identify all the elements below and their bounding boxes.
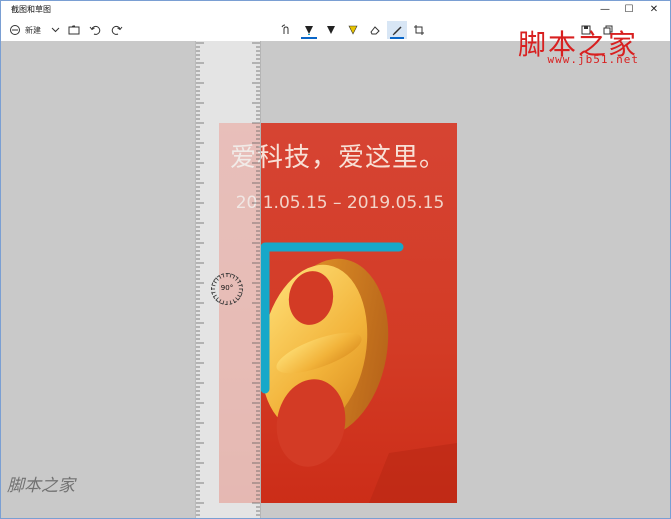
watermark-bottom: 脚本之家 xyxy=(7,476,75,496)
undo-button[interactable] xyxy=(87,21,103,39)
snip-sketch-window: 截图和草图 — ☐ ✕ 新建 爱科技，爱这里。 20 1.05.15 – 201… xyxy=(0,0,671,519)
angle-dial-tick xyxy=(232,274,236,279)
minimize-button[interactable]: — xyxy=(592,1,618,19)
ballpoint-pen-color-indicator xyxy=(301,37,317,39)
chevron-down-icon xyxy=(51,27,59,33)
angle-dial-tick xyxy=(229,273,232,278)
angle-dial-tick xyxy=(215,297,219,301)
ruler-button[interactable] xyxy=(387,21,407,39)
open-file-button[interactable] xyxy=(66,21,82,39)
eraser-button[interactable] xyxy=(365,21,385,39)
pencil-button[interactable] xyxy=(321,21,341,39)
new-snip-icon xyxy=(10,25,20,35)
angle-dial-tick xyxy=(235,297,239,301)
ruler-angle-label: 90° xyxy=(220,284,234,292)
crop-button[interactable] xyxy=(410,21,428,39)
redo-icon xyxy=(111,25,123,35)
touch-writing-button[interactable] xyxy=(277,21,295,39)
pencil-icon xyxy=(327,26,335,34)
crop-icon xyxy=(414,25,424,35)
redo-button[interactable] xyxy=(109,21,125,39)
ruler-icon xyxy=(392,26,402,36)
angle-dial-tick xyxy=(218,274,222,279)
folder-icon xyxy=(68,25,80,35)
ballpoint-pen-button[interactable] xyxy=(298,21,320,39)
angle-dial-tick xyxy=(212,294,217,298)
ruler-active-indicator xyxy=(390,37,404,39)
highlighter-icon xyxy=(348,25,358,35)
ballpoint-pen-icon xyxy=(305,26,313,35)
angle-dial-tick xyxy=(222,273,225,278)
new-dropdown[interactable] xyxy=(49,21,61,39)
eraser-icon xyxy=(370,26,380,35)
angle-dial-tick xyxy=(235,277,239,281)
angle-dial-tick xyxy=(222,300,225,305)
close-button[interactable]: ✕ xyxy=(641,1,667,19)
angle-dial-tick xyxy=(238,291,243,294)
angle-dial-tick xyxy=(237,280,242,284)
new-button[interactable]: 新建 xyxy=(9,21,49,39)
new-label: 新建 xyxy=(25,25,41,35)
touch-writing-icon xyxy=(281,24,289,34)
angle-dial-tick xyxy=(211,291,216,294)
title-bar: 截图和草图 — ☐ ✕ xyxy=(1,1,670,19)
undo-icon xyxy=(89,25,101,35)
window-title: 截图和草图 xyxy=(11,5,51,14)
angle-dial-tick xyxy=(232,299,236,304)
angle-dial-tick xyxy=(237,294,242,298)
canvas[interactable]: 爱科技，爱这里。 20 1.05.15 – 2019.05.15 90° xyxy=(1,41,670,518)
highlighter-button[interactable] xyxy=(343,21,363,39)
maximize-button[interactable]: ☐ xyxy=(616,1,642,19)
angle-dial-tick xyxy=(212,280,217,284)
watermark-url: www.jb51.net xyxy=(547,53,639,66)
angle-dial-tick xyxy=(229,300,232,305)
angle-dial-tick xyxy=(218,299,222,304)
angle-dial-tick xyxy=(215,277,219,281)
